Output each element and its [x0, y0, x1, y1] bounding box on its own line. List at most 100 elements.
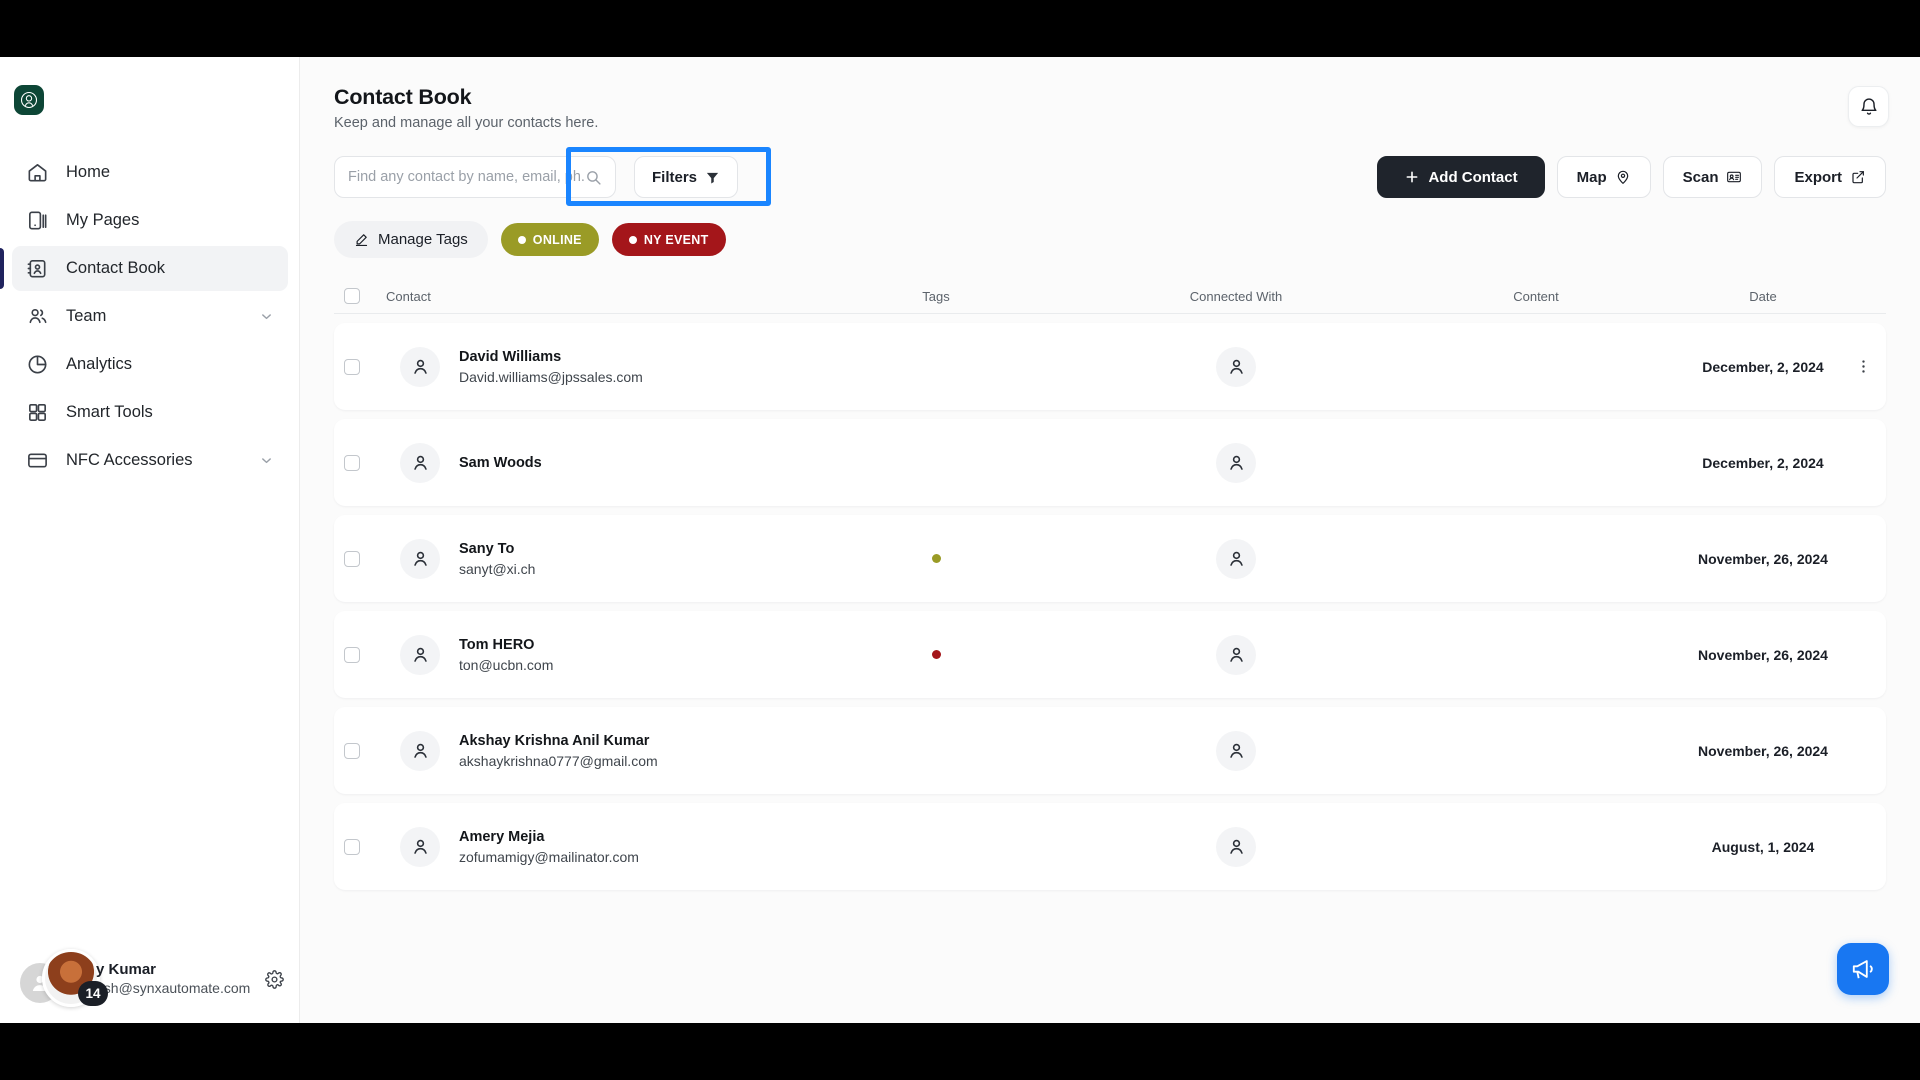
search-input[interactable]	[348, 169, 585, 185]
tag-pill-online[interactable]: ONLINE	[500, 223, 599, 256]
contact-avatar	[400, 634, 440, 675]
connected-with-cell	[1086, 730, 1386, 771]
table-row[interactable]: Tom HERO ton@ucbn.com November, 26, 2024	[334, 611, 1886, 698]
tags-cell	[786, 554, 1086, 563]
brand-logo[interactable]	[14, 85, 44, 115]
analytics-pie-icon	[26, 353, 49, 376]
select-all-checkbox[interactable]	[344, 288, 360, 304]
scan-button[interactable]: Scan	[1662, 156, 1763, 198]
connected-with-avatar[interactable]	[1216, 538, 1256, 579]
connected-with-cell	[1086, 826, 1386, 867]
contact-email: ton@ucbn.com	[459, 656, 554, 673]
connected-with-avatar[interactable]	[1216, 826, 1256, 867]
filters-label: Filters	[652, 168, 698, 186]
sidebar-item-label: Contact Book	[66, 259, 166, 277]
contact-cell: Akshay Krishna Anil Kumar akshaykrishna07…	[386, 730, 786, 771]
row-select-cell	[334, 838, 386, 855]
plus-icon	[1404, 169, 1420, 185]
connected-with-avatar[interactable]	[1216, 730, 1256, 771]
contact-info: Akshay Krishna Anil Kumar akshaykrishna07…	[459, 733, 658, 769]
row-checkbox[interactable]	[344, 646, 360, 663]
pencil-icon	[354, 232, 369, 247]
tag-pill-ny-event[interactable]: NY EVENT	[611, 223, 726, 256]
profile-email: ash@synxautomate.com	[96, 980, 251, 996]
tags-bar: Manage Tags ONLINE NY EVENT	[334, 221, 1886, 258]
page-subtitle: Keep and manage all your contacts here.	[334, 115, 599, 131]
search-box[interactable]	[334, 156, 616, 198]
tag-dot-icon	[628, 235, 637, 244]
row-actions-menu[interactable]	[1840, 358, 1886, 375]
sidebar-item-nfc-accessories[interactable]: NFC Accessories	[12, 438, 288, 483]
map-button[interactable]: Map	[1556, 156, 1651, 198]
table-row[interactable]: Akshay Krishna Anil Kumar akshaykrishna07…	[334, 707, 1886, 794]
row-select-cell	[334, 742, 386, 759]
column-header-contact: Contact	[386, 288, 431, 304]
map-button-label: Map	[1576, 168, 1607, 186]
contact-name: Akshay Krishna Anil Kumar	[459, 732, 650, 749]
chevron-down-icon[interactable]	[259, 453, 274, 468]
connected-with-avatar[interactable]	[1216, 346, 1256, 387]
contact-avatar	[400, 730, 440, 771]
row-checkbox[interactable]	[344, 454, 360, 471]
chevron-down-icon[interactable]	[259, 309, 274, 324]
row-checkbox[interactable]	[344, 550, 360, 567]
manage-tags-button[interactable]: Manage Tags	[334, 221, 488, 258]
date-cell: December, 2, 2024	[1702, 358, 1824, 375]
contact-name: Sam Woods	[459, 454, 542, 471]
bell-icon	[1859, 97, 1879, 117]
pages-icon	[26, 209, 49, 232]
row-checkbox[interactable]	[344, 742, 360, 759]
table-row[interactable]: David Williams David.williams@jpssales.co…	[334, 323, 1886, 410]
sidebar-item-smart-tools[interactable]: Smart Tools	[12, 390, 288, 435]
notifications-button[interactable]	[1848, 86, 1889, 127]
contact-info: Tom HERO ton@ucbn.com	[459, 637, 553, 673]
announcements-button[interactable]	[1837, 943, 1889, 995]
sidebar-item-home[interactable]: Home	[12, 150, 288, 195]
scan-button-label: Scan	[1682, 168, 1719, 186]
add-contact-label: Add Contact	[1428, 168, 1518, 186]
sidebar-item-team[interactable]: Team	[12, 294, 288, 339]
table-row[interactable]: Sam Woods December, 2, 2024	[334, 419, 1886, 506]
sidebar-item-contact-book[interactable]: Contact Book	[0, 246, 288, 291]
map-pin-icon	[1615, 169, 1631, 185]
add-contact-button[interactable]: Add Contact	[1377, 156, 1545, 198]
contact-cell: David Williams David.williams@jpssales.co…	[386, 346, 786, 387]
contact-avatar	[400, 442, 440, 483]
sidebar: Home My Pages Contact Book Team Analytic…	[0, 57, 300, 1023]
sidebar-item-analytics[interactable]: Analytics	[12, 342, 288, 387]
sidebar-nav: Home My Pages Contact Book Team Analytic…	[0, 150, 300, 486]
column-header-date: Date	[1749, 288, 1777, 304]
export-button[interactable]: Export	[1774, 156, 1886, 198]
table-header: Contact Tags Connected With Content Date	[334, 279, 1886, 314]
filters-button[interactable]: Filters	[634, 156, 739, 198]
sidebar-item-label: My Pages	[66, 211, 140, 229]
contact-book-icon	[26, 257, 49, 280]
contact-avatar	[400, 826, 440, 867]
card-icon	[26, 449, 49, 472]
row-select-cell	[334, 358, 386, 375]
page-title: Contact Book	[334, 85, 472, 109]
row-checkbox[interactable]	[344, 358, 360, 375]
table-row[interactable]: Sany To sanyt@xi.ch November, 26, 2024	[334, 515, 1886, 602]
action-buttons: Add Contact Map Scan Export	[1377, 156, 1886, 198]
team-icon	[26, 305, 49, 328]
contact-avatar	[400, 538, 440, 579]
sidebar-item-my-pages[interactable]: My Pages	[12, 198, 288, 243]
contact-email: sanyt@xi.ch	[459, 560, 536, 577]
tag-dot-icon	[517, 235, 526, 244]
date-cell: November, 26, 2024	[1698, 550, 1828, 567]
contact-avatar	[400, 346, 440, 387]
manage-tags-label: Manage Tags	[378, 231, 468, 248]
user-profile[interactable]: 14 y Kumar ash@synxautomate.com	[0, 943, 300, 1015]
gear-icon[interactable]	[265, 969, 284, 989]
contact-cell: Amery Mejia zofumamigy@mailinator.com	[386, 826, 786, 867]
table-row[interactable]: Amery Mejia zofumamigy@mailinator.com Augu…	[334, 803, 1886, 890]
tag-label: NY EVENT	[643, 232, 709, 247]
row-checkbox[interactable]	[344, 838, 360, 855]
connected-with-avatar[interactable]	[1216, 634, 1256, 675]
tag-dot-icon	[931, 554, 941, 563]
sidebar-item-label: Team	[66, 307, 107, 325]
contact-email: zofumamigy@mailinator.com	[459, 848, 639, 865]
connected-with-avatar[interactable]	[1216, 442, 1256, 483]
row-menu-icon[interactable]	[1855, 358, 1872, 375]
